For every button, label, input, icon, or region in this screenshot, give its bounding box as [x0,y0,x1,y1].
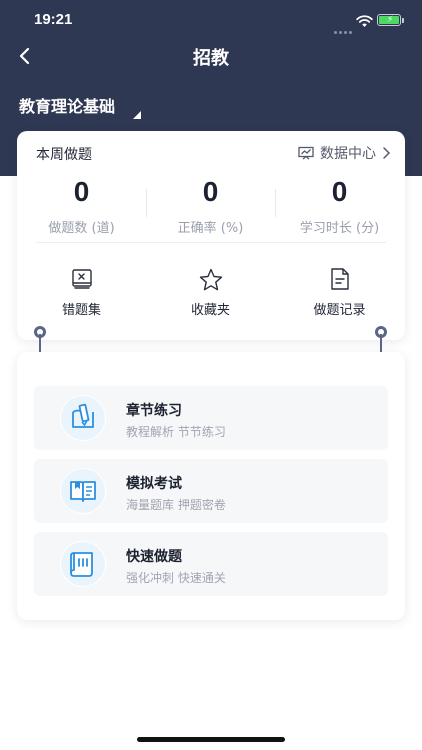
star-icon [146,267,275,293]
home-indicator[interactable] [137,737,285,742]
stat-value: 0 [202,176,219,207]
subject-selector[interactable]: 教育理论基础 [19,93,115,117]
scroll-icon [60,541,106,587]
favorites-button[interactable]: 收藏夹 [146,267,275,318]
practice-item-subtitle: 海量题库 押题密卷 [126,498,226,512]
stat-label: 学习时长 (分) [299,221,380,236]
wrong-questions-button[interactable]: 错题集 [17,267,146,318]
stat-accuracy: 0 正确率 (%) [146,175,275,236]
divider [275,189,276,217]
stat-question-count: 0 做题数 (道) [17,175,146,236]
stat-value: 0 [331,176,348,207]
practice-item-quick[interactable]: 快速做题 强化冲刺 快速通关 [34,532,388,596]
chapter-icon [60,395,106,441]
practice-item-mock-exam[interactable]: 模拟考试 海量题库 押题密卷 [34,459,388,523]
practice-card: 章节练习 教程解析 节节练习 模拟考试 海量题库 押题密卷 快速做题 强化冲刺 … [17,352,405,620]
stats-row: 0 做题数 (道) 0 正确率 (%) 0 学习时长 (分) [17,175,405,236]
weekly-label: 本周做题 [36,147,92,163]
chevron-right-icon [383,147,391,159]
divider [146,189,147,217]
signal-icon [334,19,354,38]
data-center-link[interactable]: 数据中心 [298,143,391,163]
divider [36,242,386,243]
caret-down-icon[interactable] [133,104,141,123]
status-bar: 19:21 ⚡ [0,0,422,40]
chart-board-icon [298,146,314,160]
page-title: 招教 [193,48,229,69]
stat-value: 0 [73,176,90,207]
practice-item-title: 模拟考试 [126,476,182,492]
practice-item-title: 快速做题 [126,549,182,565]
record-icon [275,267,404,293]
status-time: 19:21 [34,11,73,28]
data-center-label: 数据中心 [320,146,376,162]
tool-label: 做题记录 [313,303,366,318]
tool-label: 错题集 [61,303,101,318]
tool-label: 收藏夹 [190,303,230,318]
exam-book-icon [60,468,106,514]
battery-cap [402,18,404,23]
stat-label: 做题数 (道) [48,221,115,236]
practice-item-subtitle: 教程解析 节节练习 [126,425,226,439]
stat-label: 正确率 (%) [177,221,244,236]
stat-study-time: 0 学习时长 (分) [275,175,404,236]
wrong-book-icon [17,267,146,293]
weekly-stats-card: 本周做题 数据中心 0 做题数 (道) 0 正确率 (%) 0 学习时长 (分) [17,131,405,340]
wifi-icon [356,13,373,32]
practice-record-button[interactable]: 做题记录 [275,267,404,318]
practice-item-subtitle: 强化冲刺 快速通关 [126,571,226,585]
practice-item-title: 章节练习 [126,403,182,419]
battery-icon: ⚡ [377,14,401,26]
practice-item-chapter[interactable]: 章节练习 教程解析 节节练习 [34,386,388,450]
